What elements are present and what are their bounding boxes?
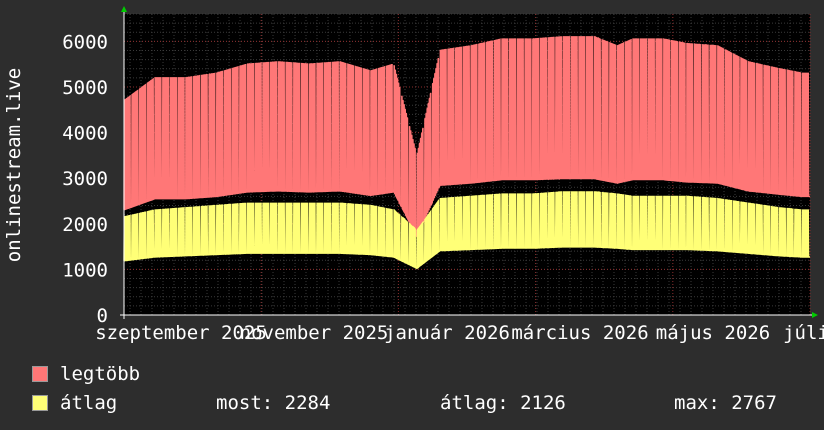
y-tick-label: 6000 — [62, 31, 108, 53]
x-tick-label: május 2026 — [656, 322, 770, 344]
y-axis-label: onlinestream.live — [3, 67, 25, 263]
y-axis-arrow — [121, 6, 127, 12]
legend-item-avg: átlag — [32, 392, 117, 414]
x-tick-label: március 2026 — [511, 322, 648, 344]
legend-label-max: legtöbb — [60, 363, 141, 385]
x-tick-label: november 2025 — [240, 322, 389, 344]
y-tick-label: 3000 — [62, 168, 108, 190]
legend-label-avg: átlag — [60, 392, 118, 414]
legend-item-max: legtöbb — [32, 363, 140, 385]
y-tick-label: 5000 — [62, 77, 108, 99]
y-tick-label: 4000 — [62, 123, 108, 145]
stat-maximum: max: 2767 — [674, 392, 777, 414]
y-tick-label: 2000 — [62, 214, 108, 236]
x-tick-label: július 2026 — [783, 322, 824, 344]
stat-current: most: 2284 — [216, 392, 331, 414]
legend-swatch-max — [32, 366, 48, 382]
stat-average: átlag: 2126 — [440, 392, 566, 414]
x-axis-arrow — [812, 312, 818, 318]
chart: 0100020003000400050006000szeptember 2025… — [62, 6, 824, 344]
x-tick-label: január 2026 — [384, 322, 510, 344]
legend-swatch-avg — [32, 395, 48, 411]
series-layer — [123, 35, 810, 270]
y-tick-label: 1000 — [62, 259, 108, 281]
